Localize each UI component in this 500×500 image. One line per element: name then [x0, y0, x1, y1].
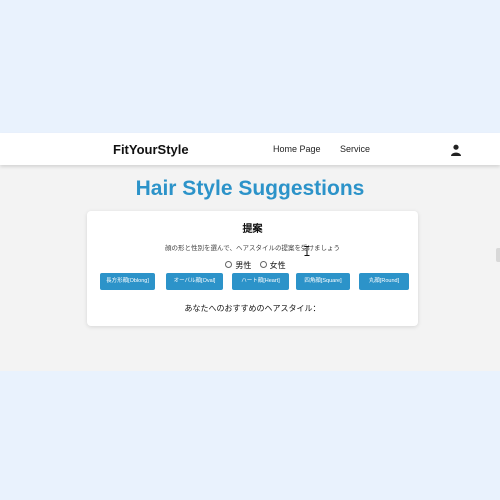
- face-shape-heart-button[interactable]: ハート顔[Heart]: [232, 273, 289, 290]
- suggestion-card: 提案 顔の形と性別を選んで、ヘアスタイルの提案を受けましょう 男性 女性 長方形…: [87, 211, 418, 326]
- text-cursor-icon: [304, 243, 310, 256]
- card-description: 顔の形と性別を選んで、ヘアスタイルの提案を受けましょう: [165, 245, 340, 252]
- card-title: 提案: [242, 224, 263, 235]
- user-icon[interactable]: [450, 143, 462, 156]
- nav-home-link[interactable]: Home Page: [273, 144, 321, 154]
- navbar: FitYourStyle Home Page Service: [0, 133, 500, 165]
- gender-radio-female[interactable]: [259, 261, 267, 269]
- face-shape-buttons: 長方形顔[Oblong] オーバル顔[Oval] ハート顔[Heart] 四角顔…: [100, 273, 410, 290]
- face-shape-oval-button[interactable]: オーバル顔[Oval]: [166, 273, 223, 290]
- brand-logo[interactable]: FitYourStyle: [113, 142, 189, 157]
- nav-service-link[interactable]: Service: [340, 144, 370, 154]
- result-label: あなたへのおすすめのヘアスタイル：: [184, 304, 321, 313]
- face-shape-oblong-button[interactable]: 長方形顔[Oblong]: [100, 273, 155, 290]
- gender-label-female: 女性: [269, 261, 286, 270]
- scroll-handle[interactable]: [496, 248, 500, 262]
- gender-label-male: 男性: [235, 261, 252, 270]
- face-shape-square-button[interactable]: 四角顔[Square]: [296, 273, 350, 290]
- gender-radio-male[interactable]: [225, 261, 233, 269]
- page-title: Hair Style Suggestions: [135, 177, 365, 200]
- face-shape-round-button[interactable]: 丸顔[Round]: [359, 273, 409, 290]
- gender-selector: 男性 女性: [87, 260, 418, 271]
